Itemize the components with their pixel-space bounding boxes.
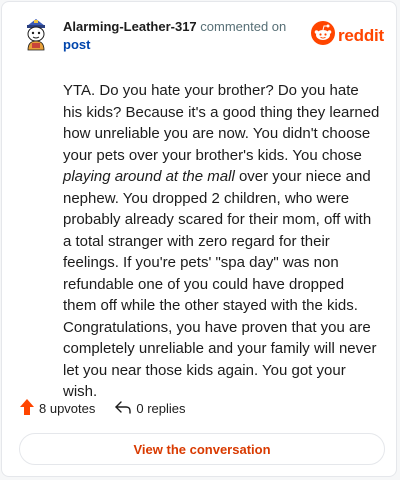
- reddit-logo-icon: [311, 21, 335, 50]
- upvote-action[interactable]: 8 upvotes: [20, 399, 95, 418]
- avatar[interactable]: [21, 17, 51, 51]
- comment-body: YTA. Do you hate your brother? Do you ha…: [63, 80, 381, 403]
- upvote-count: 8 upvotes: [39, 401, 96, 416]
- comment-text-italic: playing around at the mall: [63, 168, 235, 185]
- comment-text-part1: YTA. Do you hate your brother? Do you ha…: [63, 82, 380, 164]
- reddit-brand[interactable]: reddit: [311, 21, 384, 50]
- comment-actions: 8 upvotes 0 replies: [20, 399, 186, 418]
- post-link[interactable]: post: [63, 37, 90, 52]
- reply-action[interactable]: 0 replies: [115, 400, 186, 417]
- commented-on-text: commented on: [196, 19, 287, 34]
- upvote-arrow-icon[interactable]: [20, 399, 34, 418]
- comment-text-part2: over your niece and nephew. You dropped …: [63, 168, 377, 400]
- comment-meta: Alarming-Leather-317 commented on post: [63, 18, 295, 54]
- username-link[interactable]: Alarming-Leather-317: [63, 19, 197, 34]
- reply-count: 0 replies: [136, 401, 186, 416]
- reddit-wordmark: reddit: [338, 25, 385, 45]
- comment-card: Alarming-Leather-317 commented on post r…: [1, 1, 397, 477]
- reply-arrow-icon[interactable]: [115, 400, 132, 417]
- view-conversation-button[interactable]: View the conversation: [19, 433, 385, 465]
